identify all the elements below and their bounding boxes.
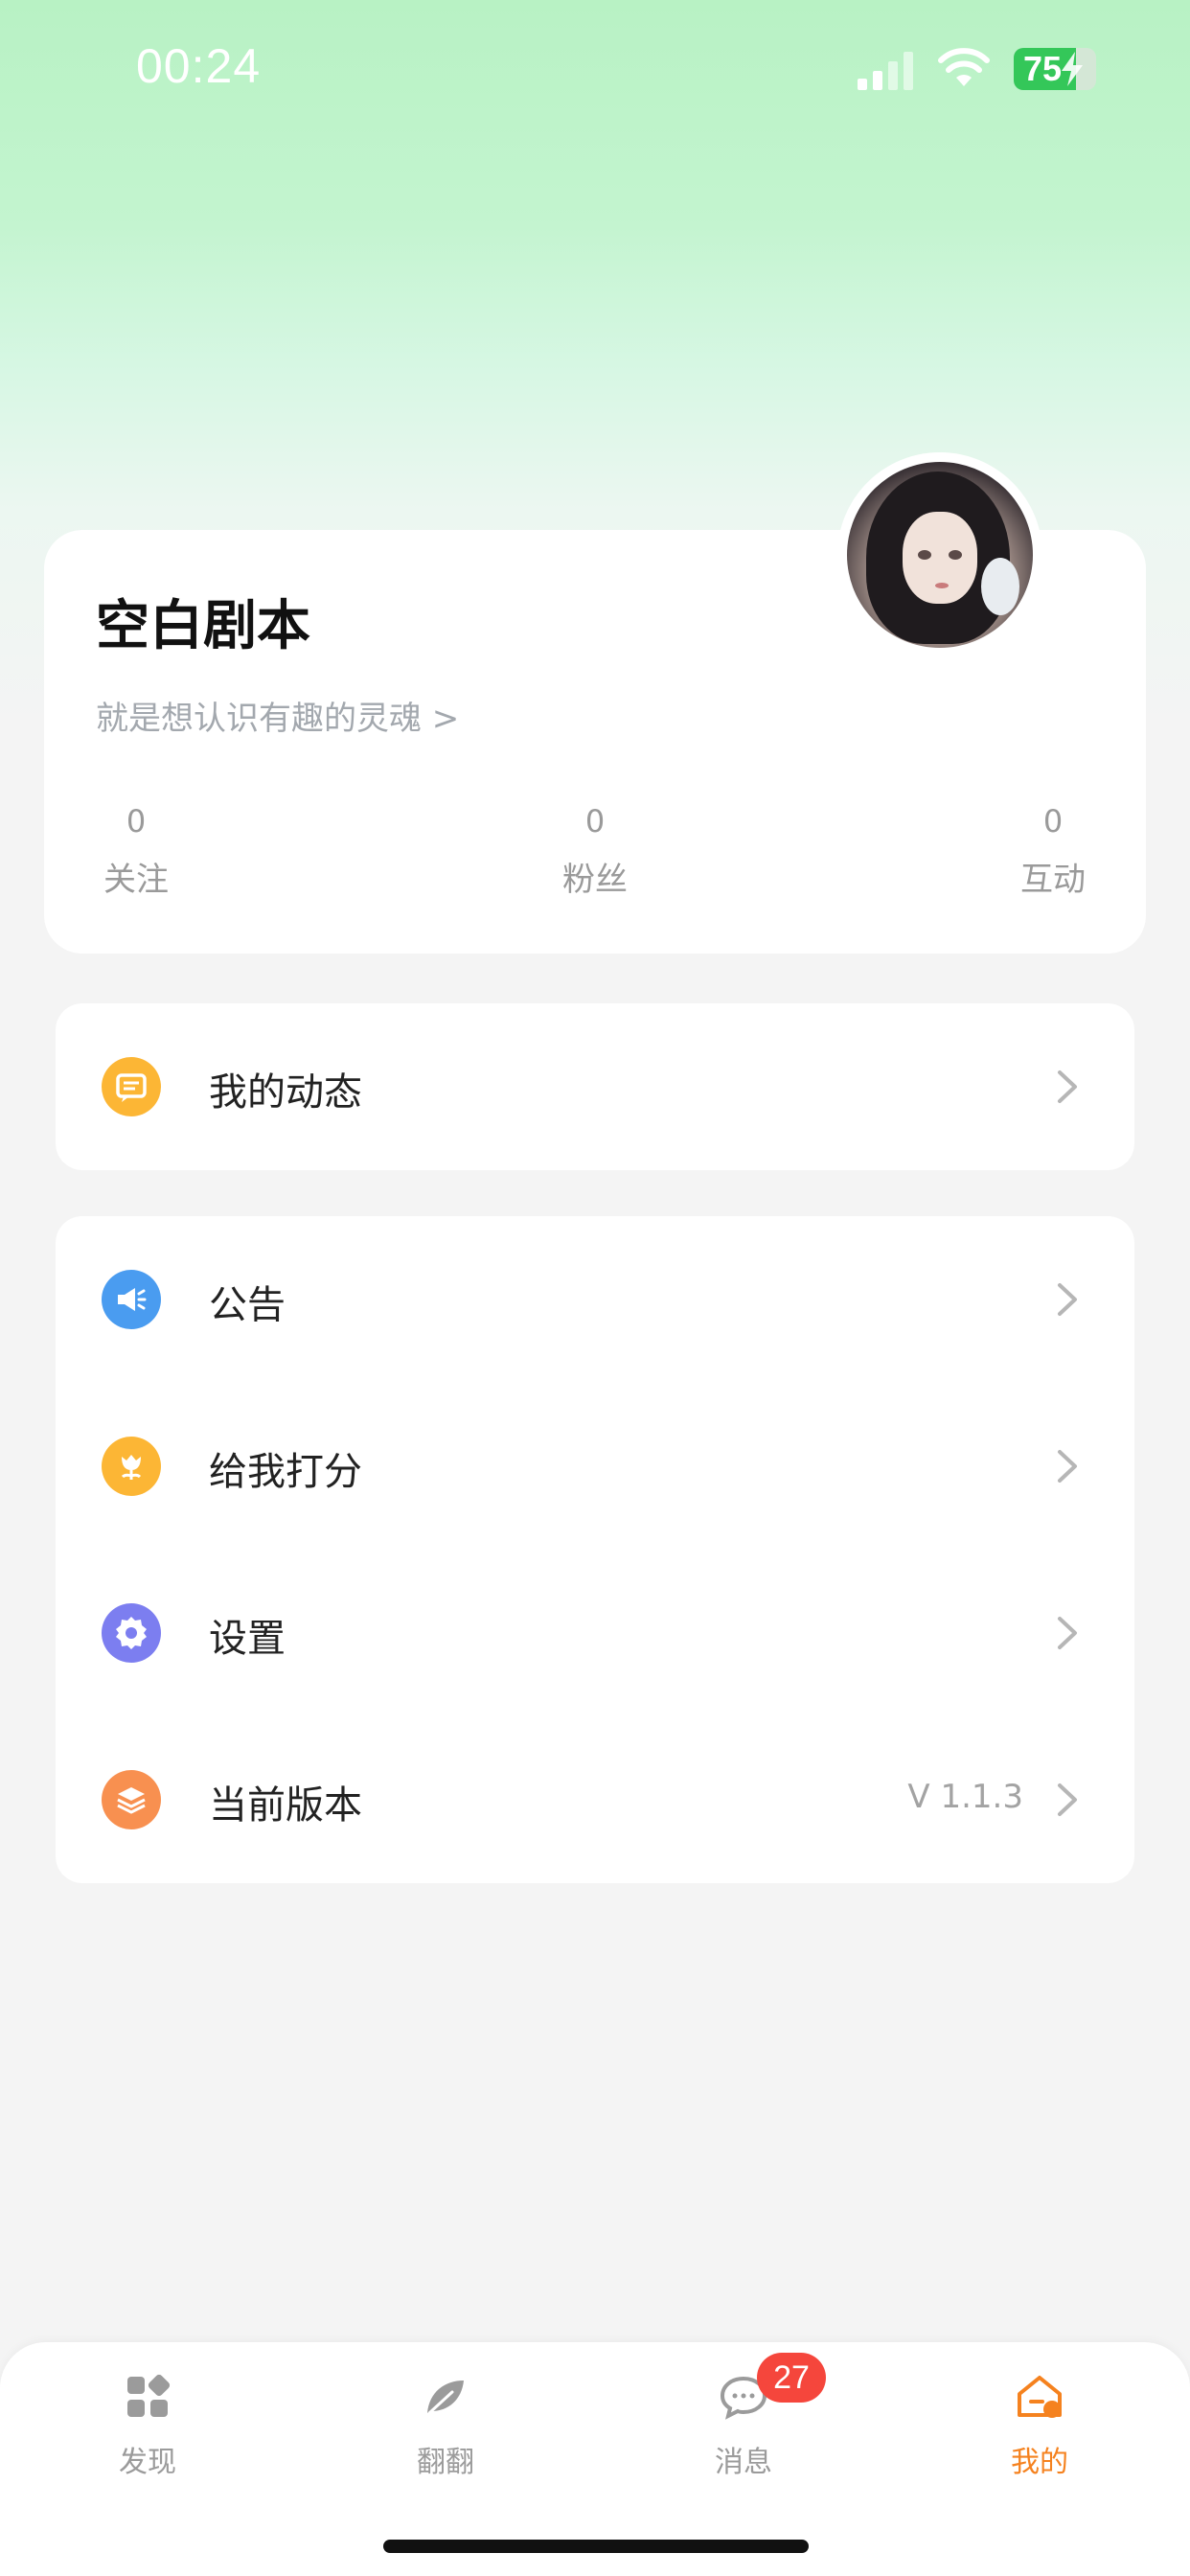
tab-label: 我的 [1011, 2446, 1068, 2479]
charging-bolt-icon [1062, 52, 1083, 86]
stat-following[interactable]: 0 关注 [59, 803, 213, 900]
version-value: V 1.1.3 [907, 1778, 1023, 1816]
menu-item-version[interactable]: 当前版本 V 1.1.3 [56, 1716, 1134, 1883]
avatar[interactable] [837, 452, 1042, 657]
stat-label: 粉丝 [562, 861, 628, 899]
megaphone-icon [102, 1270, 161, 1329]
tab-label: 翻翻 [417, 2446, 474, 2479]
home-indicator[interactable] [383, 2540, 809, 2553]
tab-flip[interactable]: 翻翻 [369, 2371, 522, 2480]
tab-label: 消息 [715, 2446, 772, 2479]
stat-label: 关注 [103, 861, 169, 899]
menu-item-my-posts[interactable]: 我的动态 [56, 1003, 1134, 1170]
tab-mine[interactable]: 我的 [963, 2371, 1116, 2480]
grid-icon [127, 2374, 171, 2417]
leaf-icon [427, 2380, 464, 2415]
chevron-right-icon [1058, 1450, 1077, 1483]
chevron-right-icon [1058, 1070, 1077, 1103]
unread-badge: 27 [757, 2353, 826, 2403]
chevron-right-icon [1058, 1283, 1077, 1316]
profile-bio-link[interactable]: 就是想认识有趣的灵魂 > [96, 692, 459, 739]
flower-icon [102, 1437, 161, 1496]
stat-followers[interactable]: 0 粉丝 [518, 803, 672, 900]
stat-value: 0 [1042, 803, 1064, 840]
menu-item-label: 给我打分 [209, 1450, 362, 1494]
gear-icon [102, 1603, 161, 1663]
chevron-right-icon [1058, 1617, 1077, 1649]
profile-name: 空白剧本 [96, 595, 310, 657]
menu-item-label: 我的动态 [209, 1070, 362, 1115]
menu-item-announcement[interactable]: 公告 [56, 1216, 1134, 1383]
menu-card-secondary: 公告 给我打分 设置 当前版本 V 1.1.3 [56, 1216, 1134, 1883]
menu-item-label: 公告 [209, 1283, 286, 1327]
chat-bubble-icon [102, 1057, 161, 1116]
stat-value: 0 [126, 803, 147, 840]
stat-value: 0 [584, 803, 606, 840]
tab-discover[interactable]: 发现 [71, 2371, 224, 2480]
signal-icon [858, 52, 913, 90]
stat-interactions[interactable]: 0 互动 [976, 803, 1130, 900]
layers-icon [102, 1770, 161, 1829]
menu-card-primary: 我的动态 [56, 1003, 1134, 1170]
status-bar: 00:24 75 [0, 0, 1190, 144]
stat-label: 互动 [1020, 861, 1086, 899]
menu-item-label: 当前版本 [209, 1783, 362, 1828]
home-icon [1018, 2376, 1062, 2418]
tab-label: 发现 [119, 2446, 176, 2479]
menu-item-rate-us[interactable]: 给我打分 [56, 1383, 1134, 1550]
chevron-right-icon [1058, 1783, 1077, 1816]
wifi-icon [938, 48, 990, 86]
menu-item-label: 设置 [209, 1617, 286, 1661]
menu-item-settings[interactable]: 设置 [56, 1550, 1134, 1716]
avatar-image [847, 462, 1033, 648]
status-time: 00:24 [136, 39, 262, 93]
